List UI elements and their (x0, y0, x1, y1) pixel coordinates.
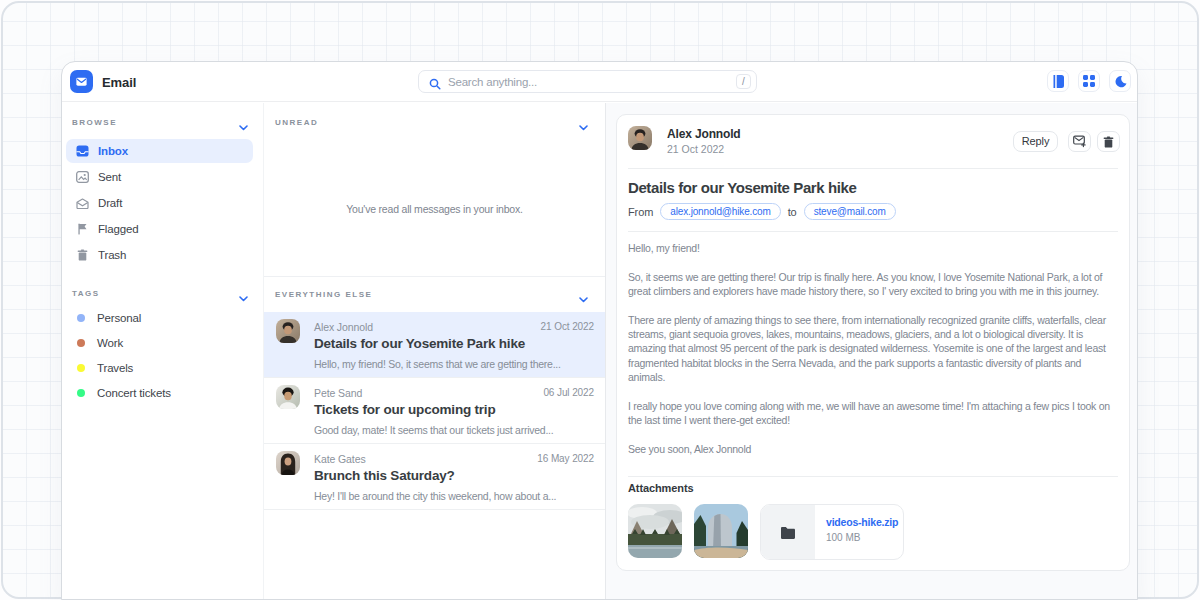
inbox-icon (76, 145, 89, 157)
tag-dot-travels (77, 364, 85, 372)
book-icon (1052, 75, 1064, 88)
email-date: 06 Jul 2022 (543, 387, 594, 398)
email-app-window: Email Search anything... / BROWSE (61, 61, 1138, 600)
tag-personal[interactable]: Personal (66, 306, 253, 330)
search-icon (429, 76, 441, 94)
browse-collapse-chevron-icon[interactable] (239, 117, 248, 135)
tag-dot-work (77, 339, 85, 347)
everything-else-label: EVERYTHING ELSE (275, 290, 372, 299)
email-body: Hello, my friend! So, it seems we are ge… (628, 241, 1117, 456)
search-shortcut-badge: / (736, 74, 751, 89)
app-logo (70, 70, 93, 93)
email-sender: Pete Sand (314, 387, 362, 399)
attachments-label: Attachments (628, 482, 694, 494)
email-sender: Alex Jonnold (314, 321, 373, 333)
folder-nav: Inbox Sent Draft (66, 139, 253, 269)
attachment-photo-valley[interactable] (628, 504, 682, 558)
detail-sender-name: Alex Jonnold (667, 127, 741, 141)
unread-collapse-chevron-icon[interactable] (579, 117, 588, 135)
tag-concert-tickets[interactable]: Concert tickets (66, 381, 253, 405)
to-email-chip[interactable]: steve@mail.com (804, 203, 896, 220)
grid-icon (1083, 75, 1095, 87)
tag-work[interactable]: Work (66, 331, 253, 355)
sent-icon (76, 171, 89, 183)
app-title: Email (102, 75, 136, 90)
avatar-alex (276, 319, 300, 343)
email-date: 21 Oct 2022 (541, 321, 594, 332)
tags-list: Personal Work Travels Concert tickets (66, 306, 253, 406)
email-detail-column: Alex Jonnold 21 Oct 2022 Reply Details f… (606, 103, 1137, 599)
attachment-file-card[interactable]: videos-hike.zip 100 MB (760, 504, 904, 560)
file-name: videos-hike.zip (826, 516, 898, 528)
forward-button[interactable] (1068, 131, 1091, 152)
search-placeholder: Search anything... (448, 71, 537, 93)
dark-mode-button[interactable] (1109, 70, 1131, 92)
draft-icon (76, 198, 89, 209)
unread-empty-message: You've read all messages in your inbox. (264, 203, 605, 215)
unread-section-label: UNREAD (275, 118, 318, 127)
divider (628, 168, 1118, 169)
trash-icon (1103, 136, 1114, 148)
email-subject: Details for our Yosemite Park hike (314, 336, 525, 351)
from-label: From (628, 206, 653, 218)
reply-button[interactable]: Reply (1013, 131, 1058, 152)
sidebar-item-trash[interactable]: Trash (66, 243, 253, 267)
everything-else-collapse-chevron-icon[interactable] (579, 289, 588, 307)
email-preview: Hey! I'll be around the city this weeken… (314, 490, 556, 502)
divider (628, 231, 1118, 232)
tag-dot-personal (77, 314, 85, 322)
moon-icon (1114, 75, 1127, 88)
email-preview: Good day, mate! It seems that our ticket… (314, 424, 553, 436)
email-date: 16 May 2022 (537, 453, 594, 464)
detail-subject: Details for our Yosemite Park hike (628, 179, 856, 196)
to-label: to (788, 206, 797, 218)
divider (628, 476, 1118, 477)
folder-icon (780, 526, 796, 539)
email-list-item-kate[interactable]: Kate Gates 16 May 2022 Brunch this Satur… (264, 444, 605, 510)
attachment-photo-half-dome[interactable] (694, 504, 748, 558)
everything-else-header: EVERYTHING ELSE (264, 276, 605, 312)
tags-collapse-chevron-icon[interactable] (239, 288, 248, 306)
delete-button[interactable] (1097, 131, 1120, 152)
avatar-kate (276, 451, 300, 475)
apps-grid-button[interactable] (1078, 70, 1100, 92)
email-detail-card: Alex Jonnold 21 Oct 2022 Reply Details f… (616, 114, 1130, 571)
library-button[interactable] (1047, 70, 1069, 92)
flag-icon (76, 223, 89, 235)
detail-from-row: From alex.jonnold@hike.com to steve@mail… (628, 203, 896, 220)
from-email-chip[interactable]: alex.jonnold@hike.com (660, 203, 780, 220)
file-info: videos-hike.zip 100 MB (815, 505, 898, 559)
attachments-row: videos-hike.zip 100 MB (628, 504, 904, 560)
sidebar-item-draft[interactable]: Draft (66, 191, 253, 215)
sidebar-item-inbox[interactable]: Inbox (66, 139, 253, 163)
sidebar-item-sent[interactable]: Sent (66, 165, 253, 189)
message-list-column: UNREAD You've read all messages in your … (264, 103, 606, 599)
email-preview: Hello, my friend! So, it seems that we a… (314, 358, 561, 370)
trash-icon (76, 249, 89, 261)
detail-date: 21 Oct 2022 (667, 143, 724, 155)
email-subject: Brunch this Saturday? (314, 468, 455, 483)
email-list-item-alex[interactable]: Alex Jonnold 21 Oct 2022 Details for our… (264, 312, 605, 378)
browse-section-label: BROWSE (72, 118, 117, 127)
email-subject: Tickets for our upcoming trip (314, 402, 495, 417)
tag-dot-concert-tickets (77, 389, 85, 397)
tag-travels[interactable]: Travels (66, 356, 253, 380)
envelope-logo-icon (75, 75, 88, 88)
file-icon-area (761, 505, 815, 559)
email-list: Alex Jonnold 21 Oct 2022 Details for our… (264, 312, 605, 510)
sidebar-item-flagged[interactable]: Flagged (66, 217, 253, 241)
tags-section-label: TAGS (72, 289, 100, 298)
sidebar: BROWSE Inbox Sent (62, 103, 264, 599)
app-header: Email Search anything... / (62, 62, 1137, 102)
email-sender: Kate Gates (314, 453, 366, 465)
file-size: 100 MB (826, 532, 898, 543)
detail-avatar-alex (628, 126, 652, 150)
envelope-plus-icon (1073, 135, 1086, 148)
email-list-item-pete[interactable]: Pete Sand 06 Jul 2022 Tickets for our up… (264, 378, 605, 444)
avatar-pete (276, 385, 300, 409)
search-input[interactable]: Search anything... / (418, 70, 757, 93)
